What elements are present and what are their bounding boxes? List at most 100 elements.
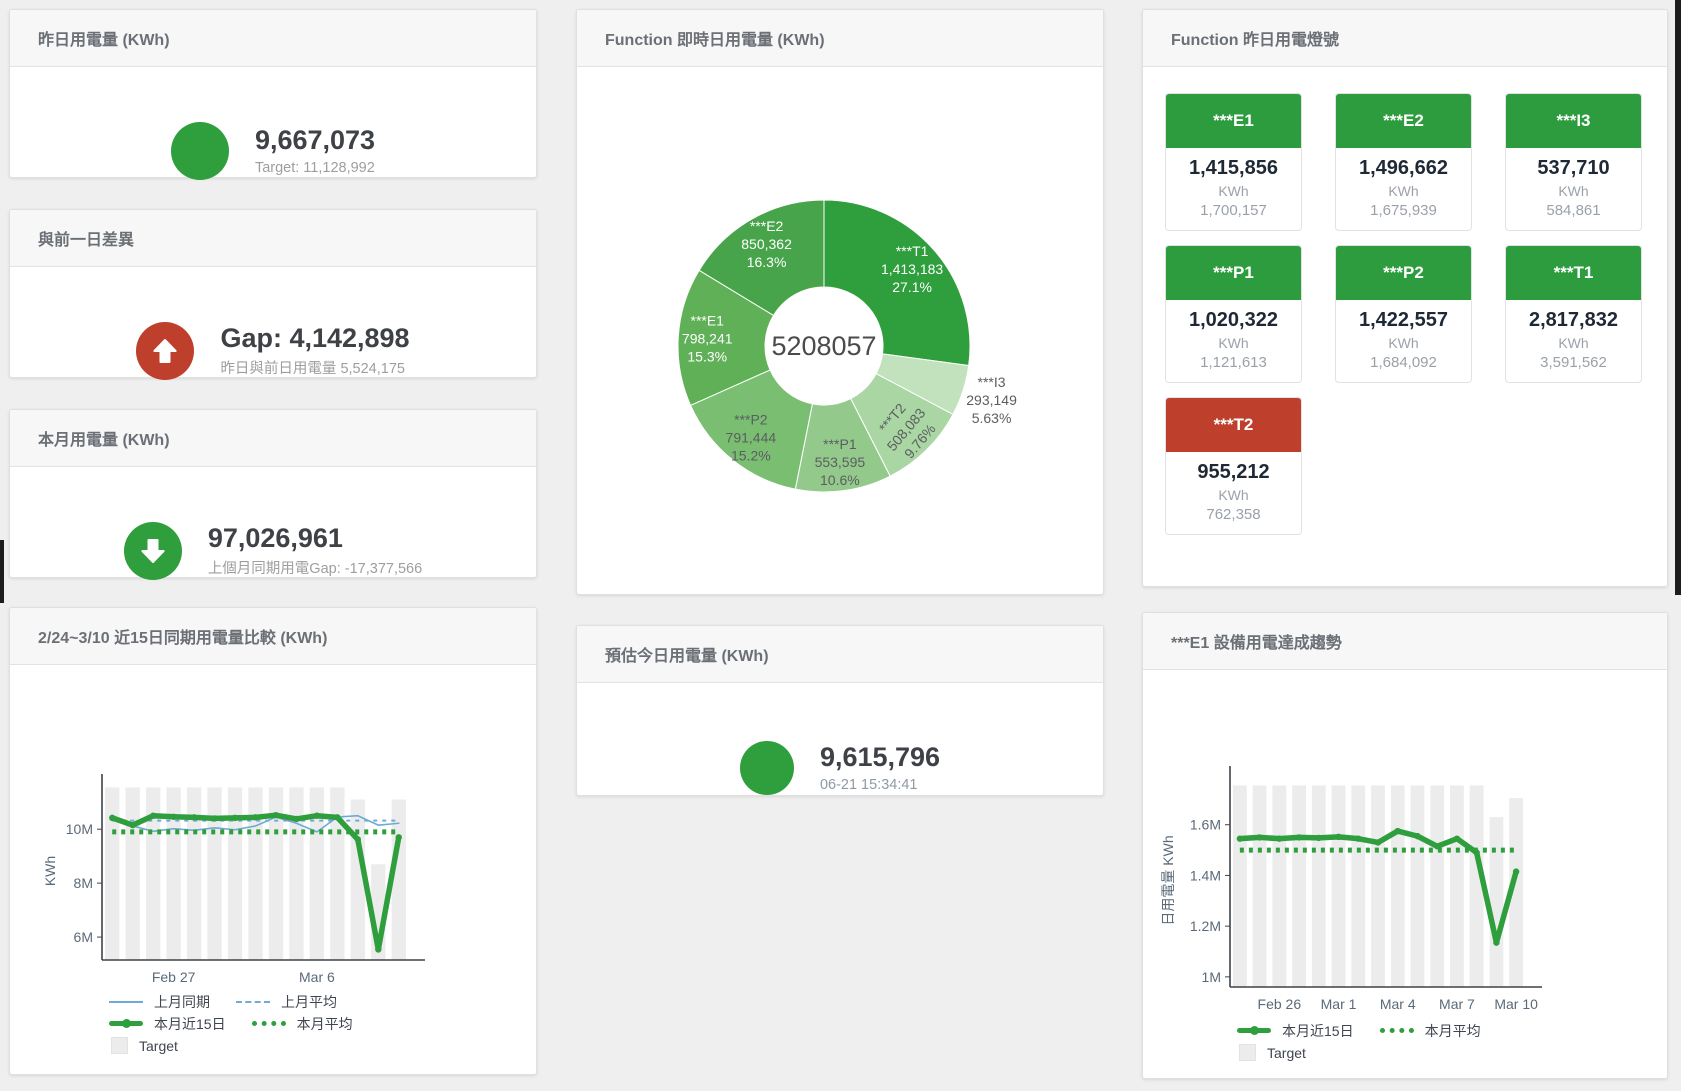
panel-lights: Function 昨日用電燈號 ***E11,415,856KWh1,700,1…: [1142, 9, 1668, 587]
tile-value: 955,212: [1166, 461, 1301, 484]
series-point[interactable]: [252, 814, 258, 820]
target-bar[interactable]: [105, 787, 119, 960]
series-point[interactable]: [1355, 835, 1361, 841]
tile-unit: KWh: [1506, 335, 1641, 351]
svg-text:Mar 10: Mar 10: [1494, 996, 1538, 1012]
tile-header: ***I3: [1506, 94, 1641, 148]
panel-title: 與前一日差異: [38, 226, 134, 250]
tile-unit: KWh: [1336, 183, 1471, 199]
target-bar[interactable]: [248, 787, 262, 960]
series-point[interactable]: [1296, 834, 1302, 840]
series-point[interactable]: [109, 815, 115, 821]
target-bar[interactable]: [1391, 785, 1405, 987]
target-bar[interactable]: [1332, 785, 1346, 987]
series-point[interactable]: [1493, 939, 1499, 945]
series-point[interactable]: [396, 834, 402, 840]
target-bar[interactable]: [1312, 785, 1326, 987]
target-bar[interactable]: [1253, 785, 1267, 987]
target-bar[interactable]: [330, 787, 344, 960]
panel-yesterday-header[interactable]: 昨日用電量 (KWh): [10, 10, 536, 67]
legend-item-上月同期[interactable]: 上月同期: [109, 992, 210, 1012]
series-point[interactable]: [130, 822, 136, 828]
yesterday-target: Target: 11,128,992: [255, 160, 375, 176]
target-bar[interactable]: [187, 787, 201, 960]
series-point[interactable]: [1276, 835, 1282, 841]
legend-item-本月近15日[interactable]: 本月近15日: [109, 1014, 226, 1034]
panel-estimate-header[interactable]: 預估今日用電量 (KWh): [577, 626, 1103, 683]
series-point[interactable]: [1237, 835, 1243, 841]
svg-text:1.4M: 1.4M: [1190, 867, 1221, 883]
legend-item-Target[interactable]: Target: [109, 1037, 178, 1054]
series-point[interactable]: [355, 836, 361, 842]
panel-month-header[interactable]: 本月用電量 (KWh): [10, 410, 536, 467]
yesterday-value: 9,667,073: [255, 125, 375, 156]
donut-chart[interactable]: ***T11,413,18327.1%***I3293,1495.63%***T…: [577, 67, 1103, 599]
tile-target-value: 584,861: [1506, 202, 1641, 219]
target-bar[interactable]: [1233, 785, 1247, 987]
svg-text:日用電量 KWh: 日用電量 KWh: [1160, 835, 1176, 925]
target-bar[interactable]: [1272, 785, 1286, 987]
legend-label: 上月平均: [281, 992, 337, 1012]
legend-item-本月平均[interactable]: 本月平均: [1380, 1021, 1481, 1041]
svg-text:10M: 10M: [66, 821, 93, 837]
panel-trend-header[interactable]: ***E1 設備用電達成趨勢: [1143, 613, 1667, 670]
panel-gap-header[interactable]: 與前一日差異: [10, 210, 536, 267]
target-bar[interactable]: [1489, 817, 1503, 987]
target-bar[interactable]: [228, 787, 242, 960]
panel-estimate-body: 9,615,796 06-21 15:34:41: [577, 683, 1103, 852]
series-point[interactable]: [232, 815, 238, 821]
series-point[interactable]: [314, 813, 320, 819]
legend-label: Target: [1267, 1045, 1306, 1061]
target-bar[interactable]: [126, 787, 140, 960]
panel-lights-header[interactable]: Function 昨日用電燈號: [1143, 10, 1667, 67]
legend-item-上月平均[interactable]: 上月平均: [236, 992, 337, 1012]
legend-line-swatch: [109, 1001, 143, 1003]
panel-donut-header[interactable]: Function 即時日用電量 (KWh): [577, 10, 1103, 67]
panel-compare-header[interactable]: 2/24~3/10 近15日同期用電量比較 (KWh): [10, 608, 536, 665]
panel-estimate: 預估今日用電量 (KWh) 9,615,796 06-21 15:34:41: [576, 625, 1104, 796]
series-point[interactable]: [1256, 834, 1262, 840]
series-point[interactable]: [1395, 828, 1401, 834]
tile-target-value: 1,684,092: [1336, 354, 1471, 371]
tile-header: ***P2: [1336, 246, 1471, 300]
target-bar[interactable]: [1450, 785, 1464, 987]
series-point[interactable]: [334, 814, 340, 820]
target-bar[interactable]: [1411, 785, 1425, 987]
panel-title: 預估今日用電量 (KWh): [605, 642, 769, 666]
target-bar[interactable]: [1351, 785, 1365, 987]
legend-item-本月近15日[interactable]: 本月近15日: [1237, 1021, 1354, 1041]
series-point[interactable]: [1513, 868, 1519, 874]
series-point[interactable]: [1375, 839, 1381, 845]
target-bar[interactable]: [1292, 785, 1306, 987]
series-point[interactable]: [1454, 835, 1460, 841]
series-point[interactable]: [1316, 835, 1322, 841]
tile-unit: KWh: [1166, 183, 1301, 199]
tile-target-value: 3,591,562: [1506, 354, 1641, 371]
legend-item-Target[interactable]: Target: [1237, 1044, 1306, 1061]
series-point[interactable]: [1414, 833, 1420, 839]
target-bar[interactable]: [166, 787, 180, 960]
light-tile-***T2: ***T2955,212KWh762,358: [1165, 397, 1302, 535]
series-point[interactable]: [1335, 834, 1341, 840]
tile-target-value: 762,358: [1166, 506, 1301, 523]
series-point[interactable]: [150, 813, 156, 819]
trend-line-chart[interactable]: 1M1.2M1.4M1.6MFeb 26Mar 1Mar 4Mar 7Mar 1…: [1143, 670, 1667, 1020]
target-bar[interactable]: [1371, 785, 1385, 987]
series-point[interactable]: [293, 816, 299, 822]
tile-value: 1,422,557: [1336, 309, 1471, 332]
target-bar[interactable]: [1430, 785, 1444, 987]
series-point[interactable]: [211, 815, 217, 821]
right-column: Function 昨日用電燈號 ***E11,415,856KWh1,700,1…: [1142, 9, 1668, 1079]
svg-text:KWh: KWh: [42, 856, 58, 886]
legend-item-本月平均[interactable]: 本月平均: [252, 1014, 353, 1034]
svg-text:8M: 8M: [74, 875, 93, 891]
series-point[interactable]: [191, 814, 197, 820]
target-bar[interactable]: [207, 787, 221, 960]
series-point[interactable]: [273, 812, 279, 818]
series-point[interactable]: [375, 946, 381, 952]
light-tile-***E1: ***E11,415,856KWh1,700,157: [1165, 93, 1302, 231]
lights-grid: ***E11,415,856KWh1,700,157***E21,496,662…: [1143, 67, 1667, 535]
target-bar[interactable]: [289, 787, 303, 960]
series-point[interactable]: [170, 814, 176, 820]
compare-line-chart[interactable]: 6M8M10MFeb 27Mar 6KWh: [10, 665, 536, 992]
